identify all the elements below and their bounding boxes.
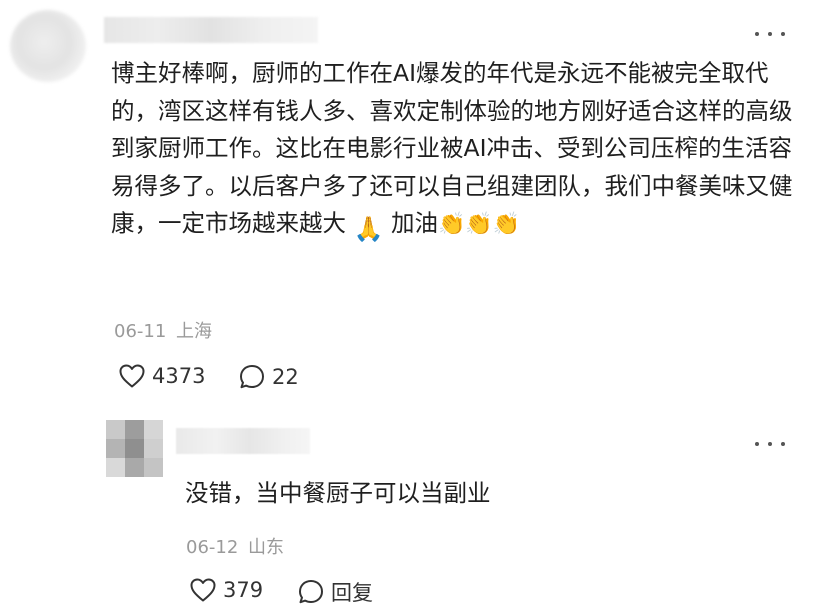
praying-emoji-icon: 🙏: [353, 215, 384, 244]
comment-text: 博主好棒啊，厨师的工作在AI爆发的年代是永远不能被完全取代的，湾区这样有钱人多、…: [111, 55, 801, 244]
username-blurred[interactable]: [104, 17, 318, 43]
reply-like-button[interactable]: 379: [189, 577, 263, 603]
like-count: 4373: [152, 364, 206, 388]
avatar[interactable]: [10, 10, 86, 82]
comment-location: 上海: [176, 321, 213, 342]
reply-like-count: 379: [223, 578, 264, 602]
reply-date: 06-12: [186, 537, 239, 558]
comment-date: 06-11: [114, 321, 167, 342]
heart-icon: [119, 364, 145, 388]
reply-username-blurred[interactable]: [176, 428, 310, 454]
clapping-emoji-icon: 👏👏👏: [437, 212, 521, 238]
comment-text-tail: 加油: [383, 209, 438, 238]
reply-button[interactable]: 回复: [297, 577, 373, 607]
comment-text-body: 博主好棒啊，厨师的工作在AI爆发的年代是永远不能被完全取代的，湾区这样有钱人多、…: [111, 59, 793, 238]
comment-meta: 06-11 上海: [114, 317, 212, 343]
heart-icon: [190, 578, 216, 602]
comment-button[interactable]: 22: [238, 363, 299, 391]
reply-meta: 06-12 山东: [186, 533, 284, 559]
reply-location: 山东: [248, 537, 285, 558]
like-button[interactable]: 4373: [118, 363, 205, 389]
more-dots-icon[interactable]: [755, 28, 785, 40]
comment-bubble-icon: [240, 365, 264, 389]
comment-count: 22: [272, 365, 299, 389]
reply-more-dots-icon[interactable]: [755, 438, 785, 450]
comment-bubble-icon: [299, 580, 323, 604]
reply-avatar[interactable]: [106, 420, 163, 477]
reply-text: 没错，当中餐厨子可以当副业: [185, 479, 491, 507]
reply-label: 回复: [331, 581, 373, 605]
